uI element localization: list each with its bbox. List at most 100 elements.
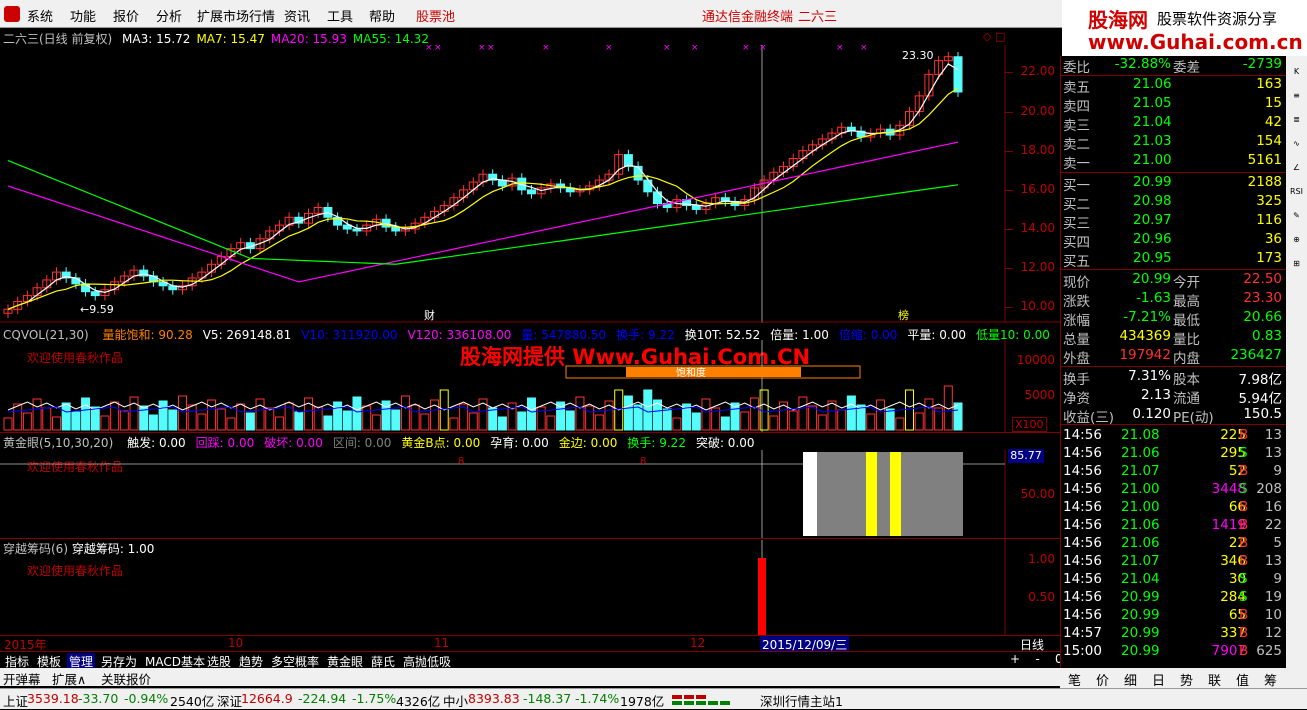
gold-current-value: 85.77: [1008, 449, 1044, 463]
buy-label: 买二: [1063, 197, 1090, 213]
stat-value-2: 23.30: [1243, 290, 1282, 306]
toolbar-icon-7[interactable]: ⊕: [1288, 232, 1305, 248]
quote-tab-0[interactable]: 笔: [1068, 670, 1081, 689]
tick-time: 14:56: [1063, 517, 1102, 533]
zoom-out-button[interactable]: -: [1035, 652, 1039, 666]
tick-side: S: [1239, 589, 1248, 605]
gold-item-0: 触发: 0.00: [127, 436, 186, 450]
status-bar: 上证 3539.18 -33.70 -0.94% 2540亿 深证 12664.…: [0, 688, 1307, 709]
tick-side: B: [1239, 427, 1249, 443]
fund-label-2: 流通: [1173, 391, 1200, 407]
volume-bar: [352, 396, 362, 431]
stat-label-2: 量比: [1173, 332, 1200, 348]
tick-row: 14:56 21.06 295 S 13: [1061, 445, 1286, 464]
toolbar-icon-8[interactable]: ⊞: [1288, 256, 1305, 272]
candle: [633, 165, 643, 181]
volume-bar: [216, 408, 226, 431]
chart-window-controls[interactable]: ◇ □: [983, 30, 1005, 43]
volume-bar: [71, 411, 81, 431]
toolbar-icon-4[interactable]: ∠: [1288, 160, 1305, 176]
volume-bar: [924, 398, 934, 431]
volume-bar: [875, 399, 885, 431]
quote-tab-3[interactable]: 日: [1152, 670, 1165, 689]
toolbar-icon-0[interactable]: K: [1288, 64, 1305, 80]
sub-tab-1[interactable]: 扩展∧: [52, 669, 86, 688]
price-tick-3: 16.00: [1020, 181, 1055, 196]
chip-chart[interactable]: [0, 540, 1060, 635]
toolbar-icon-2[interactable]: ≣: [1288, 112, 1305, 128]
sub-tab-0[interactable]: 开弹幕: [3, 669, 41, 688]
candle: [90, 291, 100, 297]
menu-news[interactable]: 资讯: [284, 6, 310, 25]
price-tick-1: 20.00: [1020, 103, 1055, 118]
quote-tab-7[interactable]: 筹: [1264, 670, 1277, 689]
stock-name-title: 二六三: [798, 10, 838, 25]
volume-bar: [808, 405, 818, 431]
quote-tab-6[interactable]: 值: [1236, 670, 1249, 689]
fund-value-2: 150.5: [1243, 406, 1282, 422]
menu-tools[interactable]: 工具: [327, 6, 353, 25]
candlestick-chart[interactable]: × × × × × × × × × × × ×23.30←9.59 财榜: [0, 45, 1060, 323]
menu-extended-market[interactable]: 扩展市场行情: [197, 6, 275, 25]
stat-value-2: 0.83: [1251, 328, 1282, 344]
sell-label: 卖三: [1063, 118, 1090, 134]
index-sh-change: -33.70: [78, 691, 119, 706]
buy-level-5: 买五 20.95 173: [1061, 250, 1286, 270]
volume-bar: [323, 415, 333, 431]
index-zx-value: 8393.83: [468, 691, 520, 706]
weicha-value: -2739: [1242, 56, 1282, 72]
sell-volume: 42: [1264, 114, 1282, 130]
tick-count: 625: [1256, 643, 1282, 659]
menu-function[interactable]: 功能: [70, 6, 96, 25]
saturation-label: 饱和度: [676, 366, 706, 379]
server-name[interactable]: 深圳行情主站1: [760, 691, 843, 710]
gold-eye-chart[interactable]: 88: [0, 450, 1060, 540]
volume-bar: [129, 396, 139, 431]
tick-time: 14:56: [1063, 445, 1102, 461]
stat-value: -1.63: [1136, 290, 1171, 306]
toolbar-icon-1[interactable]: ≡: [1288, 88, 1305, 104]
stat-value-2: 20.66: [1243, 309, 1282, 325]
menu-system[interactable]: 系统: [27, 6, 53, 25]
sell-level-1: 卖一 21.00 5161: [1061, 152, 1286, 172]
tick-time: 14:56: [1063, 481, 1102, 497]
tick-row: 14:56 21.06 1419 B 22: [1061, 517, 1286, 536]
quote-tab-1[interactable]: 价: [1096, 670, 1109, 689]
menu-stock-pool[interactable]: 股票池: [416, 6, 455, 25]
volume-bar: [575, 396, 585, 431]
menu-analysis[interactable]: 分析: [156, 6, 182, 25]
quote-tab-2[interactable]: 细: [1124, 670, 1137, 689]
buy-level-4: 买四 20.96 36: [1061, 231, 1286, 251]
index-sz-pct: -1.75%: [352, 691, 397, 706]
buy-volume: 173: [1256, 250, 1282, 266]
toolbar-icon-5[interactable]: RSI: [1288, 184, 1305, 200]
quote-tab-5[interactable]: 联: [1208, 670, 1221, 689]
price-tick-mark: [1005, 307, 1013, 309]
menu-quote[interactable]: 报价: [113, 6, 139, 25]
sub-tab-2[interactable]: 关联报价: [101, 669, 151, 688]
quote-tab-4[interactable]: 势: [1180, 670, 1193, 689]
gold-signal-marker: 8: [458, 456, 464, 467]
gold-item-8: 突破: 0.00: [695, 436, 755, 450]
tick-time: 14:56: [1063, 463, 1102, 479]
tick-price: 21.00: [1121, 481, 1160, 497]
toolbar-icon-6[interactable]: ✎: [1288, 208, 1305, 224]
gold-bar-yellow: [890, 452, 901, 536]
toolbar-icon-3[interactable]: ∿: [1288, 136, 1305, 152]
price-tick-mark: [1005, 229, 1013, 231]
tick-count: 13: [1264, 427, 1282, 443]
volume-bar: [294, 411, 304, 431]
volume-bar: [749, 397, 759, 431]
quote-separator: [1061, 269, 1286, 270]
signal-marker: ×: [742, 45, 750, 53]
chart-title-text: 二六三(日线 前复权): [3, 32, 113, 46]
index-zx-amount: 1978亿: [620, 694, 665, 709]
sell-level-3: 卖三 21.04 42: [1061, 114, 1286, 134]
index-sz-value: 12664.9: [241, 691, 293, 706]
zoom-in-button[interactable]: +: [1010, 652, 1020, 666]
menu-help[interactable]: 帮助: [369, 6, 395, 25]
volume-bar: [400, 395, 410, 431]
volume-chart[interactable]: 饱和度: [0, 340, 1060, 432]
tick-side: S: [1239, 571, 1248, 587]
buy-label: 买五: [1063, 254, 1090, 270]
